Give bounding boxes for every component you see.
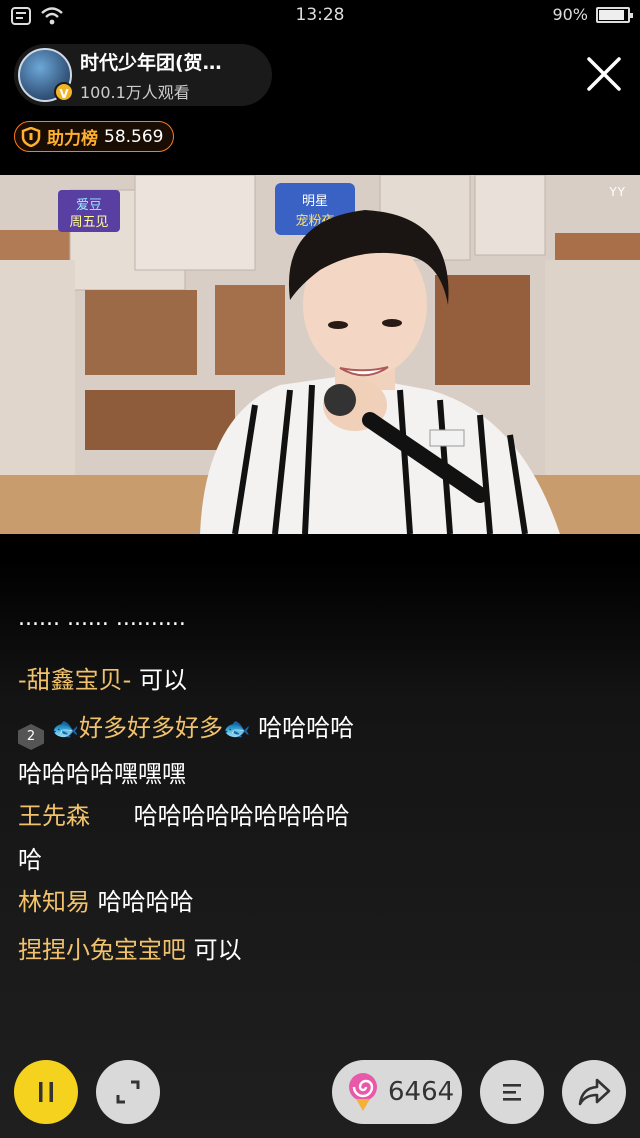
chat-username[interactable]: 林知易 — [18, 888, 90, 916]
chat-faded-text: ...... ...... .......... — [18, 620, 186, 631]
close-icon[interactable] — [584, 54, 624, 94]
chat-message: 捏捏小兔宝宝吧 可以 — [18, 928, 458, 972]
chat-text-cont: 哈 — [18, 846, 42, 874]
fan-level-icon: 2 — [18, 724, 44, 750]
host-info[interactable]: V 时代少年团(贺… 100.1万人观看 — [14, 44, 272, 106]
chat-username[interactable]: 王先森 — [18, 802, 90, 830]
chat-message: 2 🐟好多好多好多🐟 哈哈哈哈 哈哈哈哈嘿嘿嘿 — [18, 706, 458, 796]
battery-fill — [599, 9, 625, 20]
status-bar: 13:28 90% — [0, 0, 640, 32]
lollipop-icon — [349, 1073, 377, 1111]
fish-icon: 🐟 — [51, 717, 80, 742]
chat-text: 哈哈哈哈 — [258, 714, 355, 742]
rank-score: 58.569 — [104, 126, 164, 147]
fullscreen-button[interactable] — [96, 1060, 160, 1124]
avatar[interactable]: V — [18, 48, 74, 102]
chat-username[interactable]: 好多好多好多 — [79, 714, 223, 742]
chat-text: 哈哈哈哈 — [97, 888, 194, 916]
chat-text-cont: 哈哈哈哈嘿嘿嘿 — [18, 760, 186, 788]
share-icon — [578, 1078, 611, 1106]
chat-message: 林知易 哈哈哈哈 — [18, 880, 458, 924]
battery-icon — [596, 6, 633, 23]
chat-message: -甜鑫宝贝- 可以 — [18, 658, 458, 702]
chat-username[interactable]: 捏捏小兔宝宝吧 — [18, 936, 186, 964]
chat-faded-line: ...... ...... .......... — [18, 620, 318, 642]
pause-button[interactable] — [14, 1060, 78, 1124]
battery-percent: 90% — [552, 5, 588, 24]
menu-button[interactable] — [480, 1060, 544, 1124]
chat-username[interactable]: -甜鑫宝贝- — [18, 666, 131, 694]
gift-button[interactable]: 6464 — [332, 1060, 462, 1124]
video-player[interactable]: 爱豆 周五见 明星 宠粉夜 YY — [0, 175, 640, 534]
rank-label: 助力榜 — [47, 129, 98, 149]
sign-center-line1: 明星 — [302, 194, 328, 209]
sign-left-line1: 爱豆 — [76, 198, 102, 213]
video-frame: 爱豆 周五见 明星 宠粉夜 — [0, 175, 640, 534]
gift-count: 6464 — [388, 1077, 455, 1107]
viewer-count: 100.1万人观看 — [80, 82, 190, 102]
chat-message: 王先森 哈哈哈哈哈哈哈哈哈 哈 — [18, 794, 458, 882]
sign-left-line2: 周五见 — [69, 215, 108, 230]
host-text: 时代少年团(贺… 100.1万人观看 — [80, 48, 222, 103]
fullscreen-icon — [116, 1080, 140, 1104]
chat-text: 哈哈哈哈哈哈哈哈哈 — [133, 802, 350, 830]
fish-icon: 🐟 — [223, 717, 251, 742]
video-watermark: YY — [609, 185, 626, 199]
chat-text: 可以 — [193, 936, 242, 964]
host-name: 时代少年团(贺… — [80, 51, 222, 74]
support-rank-badge[interactable]: 助力榜 58.569 — [14, 121, 175, 152]
status-icons-right: 90% — [552, 5, 633, 24]
share-button[interactable] — [562, 1060, 626, 1124]
shield-icon — [21, 126, 41, 147]
menu-icon — [503, 1084, 521, 1101]
pause-icon — [39, 1082, 53, 1102]
status-time: 13:28 — [295, 5, 345, 25]
verified-badge-icon: V — [54, 82, 74, 102]
live-stream-screen: 13:28 90% V 时代少年团(贺… 100.1万人观看 助力榜 58.56… — [0, 0, 640, 1138]
chat-text: 可以 — [138, 666, 187, 694]
